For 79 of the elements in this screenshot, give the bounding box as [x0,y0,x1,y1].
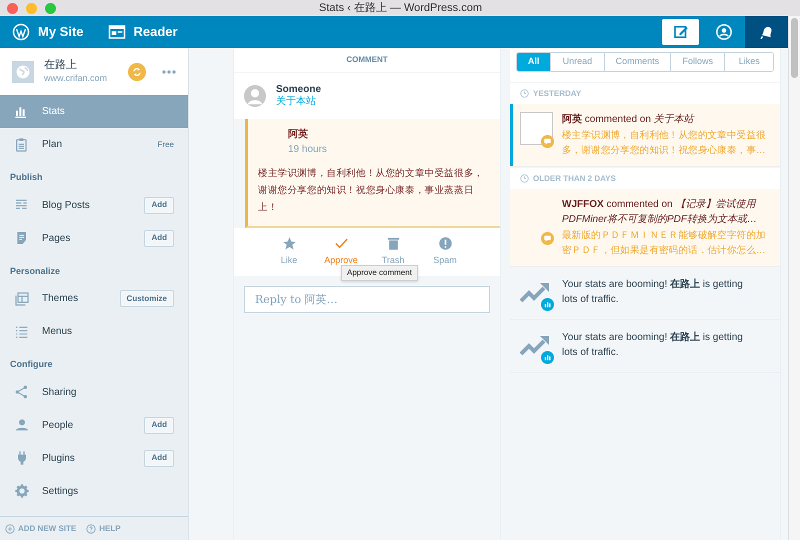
clock-icon [520,174,529,183]
close-button[interactable] [7,2,18,14]
comment-bubble-icon [541,232,554,245]
write-button[interactable] [662,19,699,45]
comment-bubble-icon [541,135,554,148]
comment-author: 阿英 [287,128,309,142]
sidebar-item[interactable]: Themes Customize [0,282,188,315]
notification-item[interactable]: WJFFOX commented on 【记录】尝试使用PDFMiner将不可复制的PDF转换为文本或… 最新版的ＰＤＦＭＩＮＥＲ能够破解空字符的加密ＰＤＦ，但如果是有密码的话．估计你怎么… [510,189,780,267]
notification-text: Your stats are booming! 在路上 is getting lots of traffic. [562,330,744,360]
zoom-button[interactable] [45,2,56,14]
avatar-icon [244,85,266,107]
exclamation-icon [438,236,452,251]
plus-icon [5,524,15,534]
notification-excerpt: 楼主学识渊博，自利利他！从您的文章中受益很多，谢谢您分享您的知识！祝您身心康泰，事… [562,129,767,158]
site-name: 在路上 [44,59,78,73]
layout-icon [14,290,30,306]
stats-badge-icon [541,298,554,311]
notification-item[interactable]: Your stats are booming! 在路上 is getting lots of traffic. [510,320,780,373]
sidebar-item[interactable]: Settings [0,474,188,508]
section-heading: Configure [9,358,54,371]
site-card[interactable]: 在路上 www.crifan.com [0,48,188,95]
wordpress-logo-icon [12,23,30,41]
site-url: www.crifan.com [44,72,108,84]
filter-tab[interactable]: All [517,53,552,71]
notification-title: WJFFOX commented on 【记录】尝试使用PDFMiner将不可复制的PDF转换为文本或… [562,198,758,227]
globe-icon [12,60,34,82]
reader-link[interactable]: Reader [108,22,178,42]
comment-action[interactable]: Spam [430,236,460,276]
window-title: Stats ‹ 在路上 — WordPress.com [318,0,483,16]
minimize-button[interactable] [26,2,37,14]
plan-label: Free [158,138,174,150]
section-heading: Publish [9,171,44,184]
reader-icon [108,23,126,41]
comment-text: 楼主学识渊博，自利利他！从您的文章中受益很多，谢谢您分享您的知识！祝您身心康泰，事业蒸蒸日上！ [258,167,484,215]
sidebar-item[interactable]: Stats [0,95,188,128]
notification-text: Your stats are booming! 在路上 is getting lots of traffic. [562,278,744,307]
sidebar-action-button[interactable]: Add [144,450,174,466]
reply-field[interactable]: Reply to 阿英… [244,286,490,313]
sidebar-item[interactable]: People Add [0,408,188,442]
sidebar-action-button[interactable]: Add [144,416,174,434]
settings-icon [14,483,30,499]
sidebar-item[interactable]: Sharing [0,376,188,408]
sidebar-action-button[interactable]: Add [144,230,174,246]
person-icon [14,417,30,433]
edit-icon [672,23,690,41]
sidebar-item[interactable]: Menus [0,315,188,348]
tooltip: Approve comment [341,265,418,281]
sidebar-action-button[interactable]: Add [144,196,174,214]
share-icon [14,384,30,400]
sidebar-item[interactable]: Blog Posts Add [0,188,188,222]
my-site-link[interactable]: My Site [12,22,84,42]
notification-item[interactable]: Your stats are booming! 在路上 is getting lots of traffic. [510,267,780,320]
star-icon [282,236,296,251]
notification-item[interactable]: 阿英 commented on 关于本站 楼主学识渊博，自利利他！从您的文章中受益很多，谢谢您分享您的知识！祝您身心康泰，事… [510,104,780,167]
notification-excerpt: 最新版的ＰＤＦＭＩＮＥＲ能够破解空字符的加密ＰＤＦ，但如果是有密码的话．估计你怎么… [562,229,767,258]
comment-action[interactable]: Like [274,236,304,276]
trash-icon [386,236,400,251]
sidebar-action-button[interactable]: Customize [120,290,174,307]
help-icon [86,524,96,534]
sidebar-item[interactable]: Plan Free [0,128,188,161]
sidebar-item[interactable]: Plugins Add [0,442,188,474]
sidebar-item[interactable]: Pages Add [0,222,188,254]
clock-icon [520,89,529,98]
comment-time: 19 hours [287,143,328,157]
check-icon [334,236,348,251]
group-heading: OLDER THAN 2 DAYS [533,172,616,184]
trend-arrow-icon [520,281,550,303]
notification-title: 阿英 commented on 关于本站 [562,112,696,127]
sync-icon [128,62,146,80]
section-heading: Personalize [9,264,62,278]
user-icon [714,23,732,41]
stats-badge-icon [541,351,554,364]
scrollbar[interactable] [788,16,800,540]
author-name: Someone [276,84,322,96]
post-link[interactable]: 关于本站 [276,96,322,108]
comment-header: COMMENT [234,48,500,73]
group-heading: YESTERDAY [533,88,582,100]
more-icon [162,70,176,74]
trend-arrow-icon [520,334,550,356]
